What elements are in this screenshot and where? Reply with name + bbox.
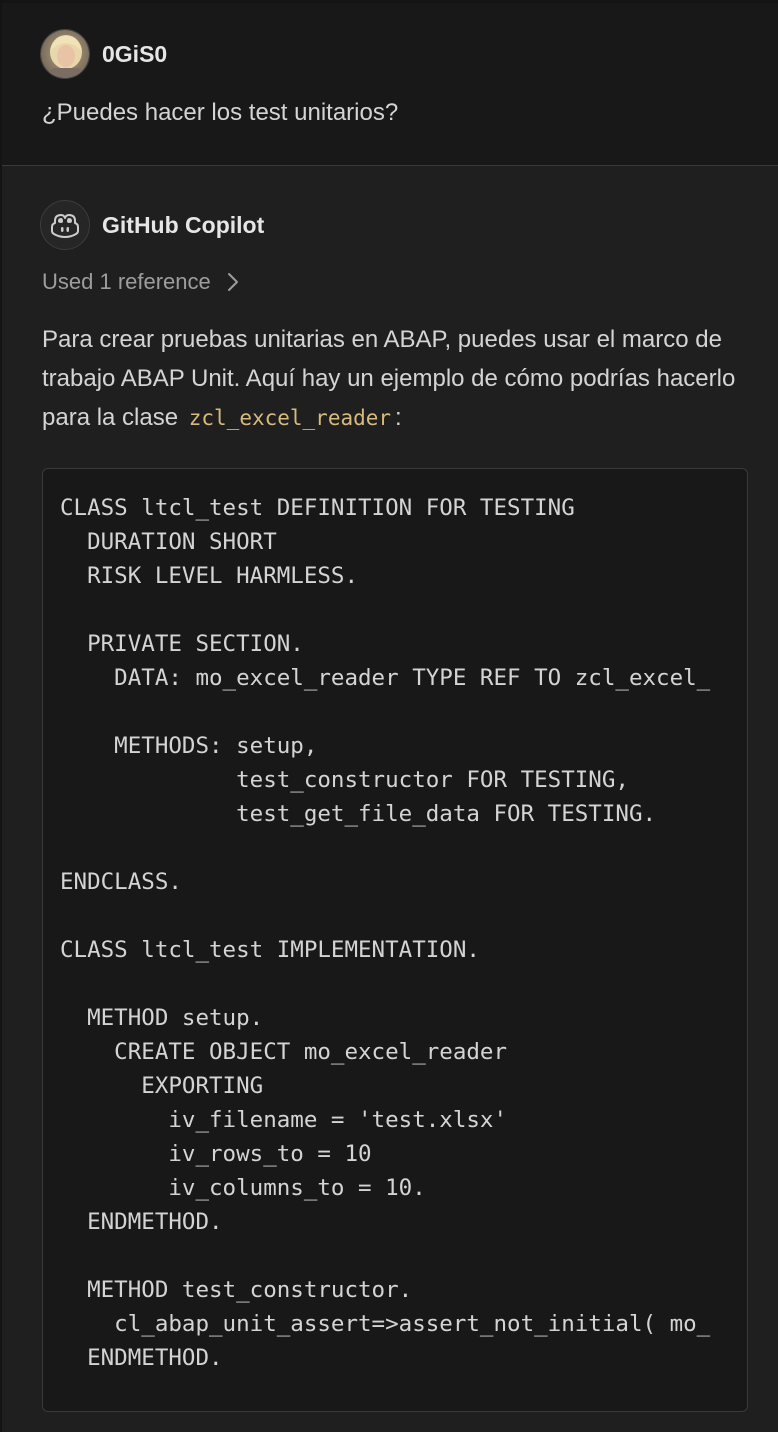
code-line: iv_filename = 'test.xlsx' <box>60 1107 508 1133</box>
agent-name: GitHub Copilot <box>102 211 265 238</box>
code-line: CLASS ltcl_test IMPLEMENTATION. <box>60 937 480 963</box>
user-header: 0GiS0 <box>40 29 167 79</box>
user-avatar[interactable] <box>40 29 90 79</box>
inline-code-class-name: zcl_excel_reader <box>188 406 392 430</box>
code-line: METHOD setup. <box>60 1005 264 1031</box>
code-line: METHOD test_constructor. <box>60 1277 413 1303</box>
code-line: ENDMETHOD. <box>60 1345 223 1371</box>
request-message: ¿Puedes hacer los test unitarios? <box>42 99 399 126</box>
response-paragraph: Para crear pruebas unitarias en ABAP, pu… <box>42 320 742 438</box>
code-line: ENDCLASS. <box>60 869 182 895</box>
user-avatar-photo <box>41 30 89 78</box>
code-line: test_constructor FOR TESTING, <box>60 767 629 793</box>
copilot-header: GitHub Copilot <box>40 200 264 250</box>
username: 0GiS0 <box>102 40 168 67</box>
code-line: PRIVATE SECTION. <box>60 631 304 657</box>
code-line: ENDMETHOD. <box>60 1209 223 1235</box>
copilot-avatar <box>40 200 90 250</box>
chat-panel: 0GiS0 ¿Puedes hacer los test unitarios? … <box>0 0 778 1432</box>
paragraph-end: : <box>395 404 402 431</box>
code-line: CLASS ltcl_test DEFINITION FOR TESTING <box>60 495 575 521</box>
code-line: cl_abap_unit_assert=>assert_not_initial(… <box>60 1311 711 1337</box>
code-line: DATA: mo_excel_reader TYPE REF TO zcl_ex… <box>60 665 711 691</box>
code-line: RISK LEVEL HARMLESS. <box>60 563 359 589</box>
references-toggle[interactable]: Used 1 reference <box>42 269 239 295</box>
copilot-response: GitHub Copilot Used 1 reference Para cre… <box>2 166 778 1432</box>
code-block[interactable]: CLASS ltcl_test DEFINITION FOR TESTING D… <box>42 468 748 1412</box>
code-line: iv_columns_to = 10. <box>60 1175 426 1201</box>
chevron-right-icon <box>227 272 239 292</box>
user-request: 0GiS0 ¿Puedes hacer los test unitarios? <box>2 3 778 166</box>
code-line: EXPORTING <box>60 1073 264 1099</box>
code-line: CREATE OBJECT mo_excel_reader <box>60 1039 508 1065</box>
code-line: METHODS: setup, <box>60 733 318 759</box>
code-line: test_get_file_data FOR TESTING. <box>60 801 657 827</box>
references-label: Used 1 reference <box>42 269 211 294</box>
code-content: CLASS ltcl_test DEFINITION FOR TESTING D… <box>60 491 710 1409</box>
copilot-icon <box>51 214 79 238</box>
code-line: DURATION SHORT <box>60 529 277 555</box>
code-line: iv_rows_to = 10 <box>60 1141 372 1167</box>
